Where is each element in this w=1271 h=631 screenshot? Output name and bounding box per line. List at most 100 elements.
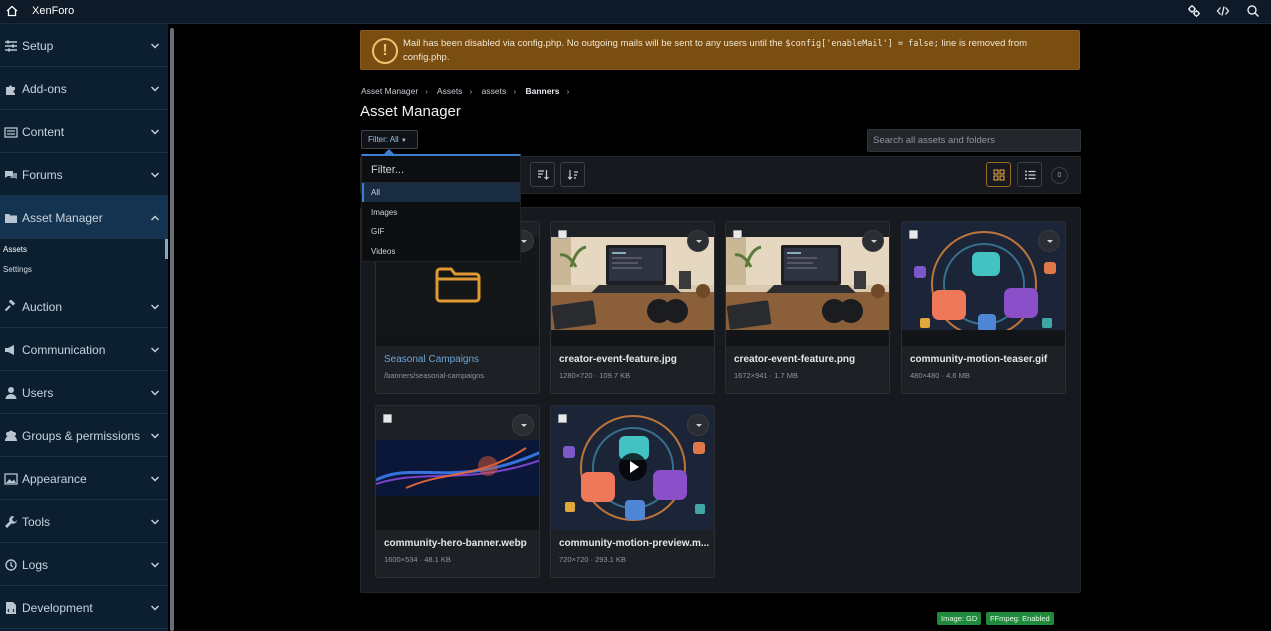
asset-card[interactable]: community-motion-teaser.gif 480×480 · 4.… — [901, 221, 1066, 394]
select-checkbox[interactable] — [558, 230, 567, 239]
breadcrumb-item[interactable]: Assets — [437, 86, 463, 96]
asset-meta: /banners/seasonal-campaigns — [384, 371, 485, 380]
cog-sliders-icon[interactable] — [1187, 4, 1201, 18]
chevron-down-icon — [151, 172, 159, 178]
search-icon[interactable] — [1246, 4, 1260, 18]
nav-group-development[interactable]: Development — [0, 586, 168, 629]
chevron-down-icon — [151, 86, 159, 92]
nav-group-content[interactable]: Content — [0, 110, 168, 153]
sort-button[interactable] — [530, 162, 555, 187]
asset-meta: 480×480 · 4.6 MB — [910, 371, 970, 380]
nav-group-setup[interactable]: Setup — [0, 24, 168, 67]
chevron-down-icon — [151, 43, 159, 49]
app-brand[interactable]: XenForo — [32, 5, 74, 17]
breadcrumb-separator: › — [469, 86, 473, 96]
notice-code: $config['enableMail'] = false; — [785, 39, 939, 49]
users-icon — [5, 430, 17, 441]
breadcrumb-separator: › — [566, 86, 570, 96]
asset-name[interactable]: community-hero-banner.webp — [384, 538, 536, 549]
nav-group-appearance[interactable]: Appearance — [0, 457, 168, 500]
nav-group-tools[interactable]: Tools — [0, 500, 168, 543]
nav-group-logs[interactable]: Logs — [0, 543, 168, 586]
chevron-down-icon — [151, 304, 159, 310]
asset-card[interactable]: community-motion-preview.m... 720×720 · … — [550, 405, 715, 578]
list-view-button[interactable] — [1017, 162, 1042, 187]
warning-icon: ! — [372, 38, 398, 64]
sidebar: Setup Add-ons Content Forums Asset Manag… — [0, 24, 168, 631]
nav-label: Forums — [22, 168, 63, 182]
nav-label: Development — [22, 601, 93, 615]
mail-disabled-notice: ! Mail has been disabled via config.php.… — [360, 30, 1080, 70]
filter-option-all[interactable]: All — [362, 183, 520, 202]
desk-laptop-thumbnail — [551, 237, 714, 330]
sort-order-button[interactable] — [560, 162, 585, 187]
asset-card[interactable]: community-hero-banner.webp 1600×534 · 48… — [375, 405, 540, 578]
nav-label: Content — [22, 125, 65, 139]
card-menu-button[interactable] — [687, 414, 709, 436]
nav-label: Auction — [22, 300, 63, 314]
asset-name[interactable]: community-motion-teaser.gif — [910, 354, 1062, 365]
select-checkbox[interactable] — [733, 230, 742, 239]
breadcrumb-item[interactable]: Asset Manager — [361, 86, 418, 96]
filter-button[interactable]: Filter: All ▼ — [361, 130, 418, 149]
subnav-settings[interactable]: Settings — [3, 265, 171, 274]
sort-order-icon — [567, 170, 578, 180]
card-divider — [376, 496, 539, 530]
nav-group-asset-manager[interactable]: Asset Manager — [0, 196, 168, 239]
breadcrumb-separator: › — [513, 86, 517, 96]
nav-group-users[interactable]: Users — [0, 371, 168, 414]
select-checkbox[interactable] — [383, 414, 392, 423]
ffmpeg-status-badge: FFmpeg: Enabled — [986, 612, 1054, 625]
breadcrumb-item-current[interactable]: Banners — [525, 86, 559, 96]
top-bar: XenForo — [0, 0, 1271, 24]
chevron-down-icon — [151, 605, 159, 611]
chevron-down-icon — [151, 562, 159, 568]
asset-meta: 1600×534 · 48.1 KB — [384, 555, 451, 564]
card-menu-button[interactable] — [687, 230, 709, 252]
asset-name[interactable]: creator-event-feature.jpg — [559, 354, 711, 365]
home-icon[interactable] — [5, 4, 19, 18]
breadcrumb-item[interactable]: assets — [482, 86, 507, 96]
filter-option-gif[interactable]: GIF — [362, 222, 520, 241]
card-menu-button[interactable] — [1038, 230, 1060, 252]
asset-card[interactable]: creator-event-feature.jpg 1280×720 · 109… — [550, 221, 715, 394]
play-icon[interactable] — [618, 452, 648, 482]
code-icon[interactable] — [1216, 4, 1230, 18]
chevron-down-icon — [151, 390, 159, 396]
chevron-down-icon — [151, 347, 159, 353]
nav-label: Logs — [22, 558, 49, 572]
nav-group-add-ons[interactable]: Add-ons — [0, 67, 168, 110]
nav-group-communication[interactable]: Communication — [0, 328, 168, 371]
nav-group-groups-permissions[interactable]: Groups & permissions — [0, 414, 168, 457]
card-menu-button[interactable] — [862, 230, 884, 252]
asset-meta: 1672×941 · 1.7 MB — [734, 371, 799, 380]
chevron-down-icon — [151, 519, 159, 525]
card-menu-button[interactable] — [512, 414, 534, 436]
chevron-up-icon — [151, 215, 159, 221]
asset-name[interactable]: creator-event-feature.png — [734, 354, 886, 365]
grid-view-button[interactable] — [986, 162, 1011, 187]
asset-name[interactable]: Seasonal Campaigns — [384, 354, 536, 365]
comments-icon — [5, 171, 17, 179]
page-title: Asset Manager — [360, 103, 461, 120]
nav-group-forums[interactable]: Forums — [0, 153, 168, 196]
filter-button-label: Filter: All — [368, 135, 399, 144]
wave-banner-thumbnail — [376, 440, 539, 496]
wrench-icon — [5, 516, 17, 528]
asset-card[interactable]: creator-event-feature.png 1672×941 · 1.7… — [725, 221, 890, 394]
sidebar-scrollbar[interactable] — [170, 28, 174, 631]
desk-laptop-thumbnail — [726, 237, 889, 330]
subnav-assets[interactable]: Assets — [3, 245, 171, 254]
nav-group-auction[interactable]: Auction — [0, 285, 168, 328]
breadcrumb: Asset Manager › Assets › assets › Banners › — [361, 86, 576, 96]
select-checkbox[interactable] — [558, 414, 567, 423]
asset-name[interactable]: community-motion-preview.m... — [559, 538, 711, 549]
image-icon — [4, 473, 18, 485]
filter-option-images[interactable]: Images — [362, 203, 520, 222]
folder-icon — [5, 214, 17, 223]
select-checkbox[interactable] — [909, 230, 918, 239]
filter-option-videos[interactable]: Videos — [362, 242, 520, 261]
sort-descending-icon — [538, 170, 549, 180]
search-input[interactable]: Search all assets and folders — [867, 129, 1081, 152]
chevron-down-icon — [151, 433, 159, 439]
